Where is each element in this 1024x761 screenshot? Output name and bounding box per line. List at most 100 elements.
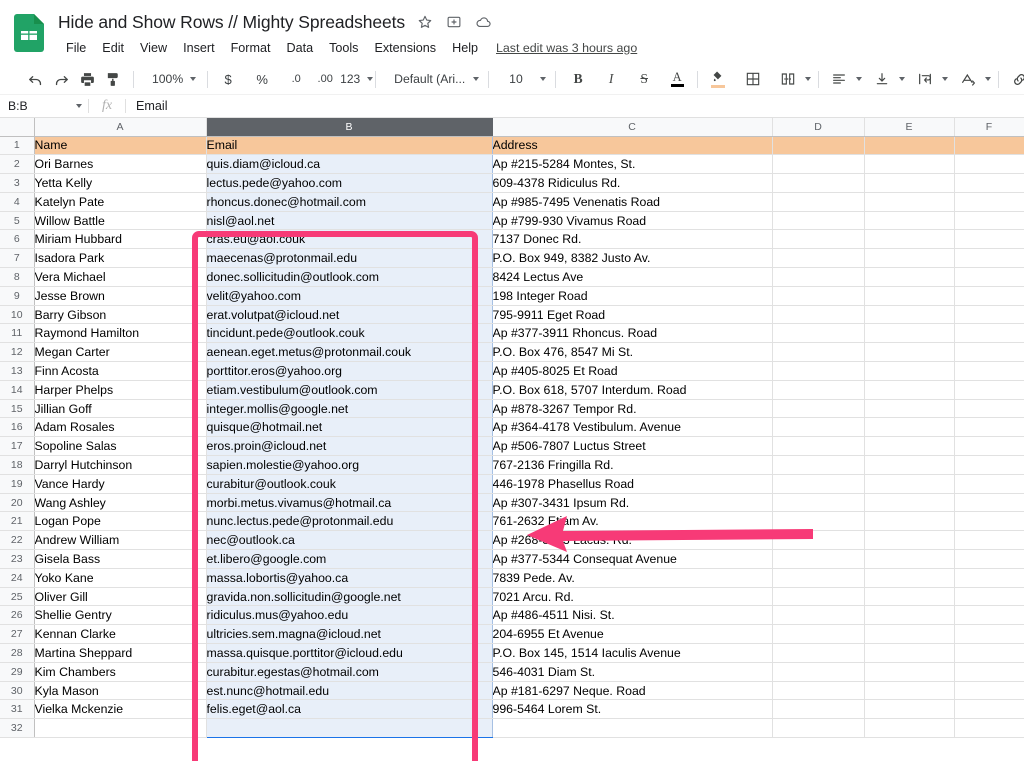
cell-C17[interactable]: Ap #506-7807 Luctus Street <box>492 436 773 457</box>
cell-C18[interactable]: 767-2136 Fringilla Rd. <box>492 455 773 475</box>
cell-C5[interactable]: Ap #799-930 Vivamus Road <box>492 211 773 231</box>
cell-B29[interactable]: curabitur.egestas@hotmail.com <box>205 662 493 682</box>
cell-F32[interactable] <box>954 718 1024 738</box>
select-all-corner[interactable] <box>0 118 35 137</box>
cell-A20[interactable]: Wang Ashley <box>34 493 207 513</box>
cell-D30[interactable] <box>772 681 865 701</box>
menu-format[interactable]: Format <box>223 39 279 57</box>
cell-C3[interactable]: 609-4378 Ridiculus Rd. <box>492 173 773 193</box>
cell-B22[interactable]: nec@outlook.ca <box>205 530 493 551</box>
cell-F7[interactable] <box>954 248 1024 269</box>
bold-button[interactable]: B <box>565 66 591 92</box>
cell-D9[interactable] <box>772 286 865 306</box>
cell-A4[interactable]: Katelyn Pate <box>34 192 207 212</box>
cell-B28[interactable]: massa.quisque.porttitor@icloud.edu <box>205 643 493 663</box>
text-color-button[interactable]: A <box>664 66 690 92</box>
cell-C1[interactable]: Address <box>492 136 773 156</box>
print-icon[interactable] <box>74 66 100 92</box>
cell-F12[interactable] <box>954 342 1024 363</box>
cell-D3[interactable] <box>772 173 865 193</box>
cell-B14[interactable]: etiam.vestibulum@outlook.com <box>205 380 493 400</box>
column-header-d[interactable]: D <box>772 118 865 137</box>
cell-D4[interactable] <box>772 192 865 212</box>
menu-view[interactable]: View <box>132 39 175 57</box>
cell-C13[interactable]: Ap #405-8025 Et Road <box>492 361 773 381</box>
cell-B7[interactable]: maecenas@protonmail.edu <box>205 248 493 269</box>
name-box[interactable]: B:B <box>0 99 88 113</box>
row-header-30[interactable]: 30 <box>0 681 35 701</box>
cell-D13[interactable] <box>772 361 865 381</box>
row-header-32[interactable]: 32 <box>0 718 35 738</box>
cell-F6[interactable] <box>954 229 1024 250</box>
cell-B3[interactable]: lectus.pede@yahoo.com <box>205 173 493 193</box>
cell-C7[interactable]: P.O. Box 949, 8382 Justo Av. <box>492 248 773 269</box>
menu-help[interactable]: Help <box>444 39 486 57</box>
cell-D25[interactable] <box>772 587 865 607</box>
cell-E11[interactable] <box>864 323 955 344</box>
cell-B31[interactable]: felis.eget@aol.ca <box>205 699 493 720</box>
cell-A18[interactable]: Darryl Hutchinson <box>34 455 207 475</box>
row-header-12[interactable]: 12 <box>0 342 35 363</box>
cell-A7[interactable]: Isadora Park <box>34 248 207 269</box>
cell-E3[interactable] <box>864 173 955 193</box>
cell-A25[interactable]: Oliver Gill <box>34 587 207 607</box>
cell-F28[interactable] <box>954 643 1024 663</box>
cell-C16[interactable]: Ap #364-4178 Vestibulum. Avenue <box>492 417 773 438</box>
cell-E23[interactable] <box>864 549 955 569</box>
fill-color-icon[interactable] <box>705 66 731 92</box>
cell-F18[interactable] <box>954 455 1024 475</box>
cell-B6[interactable]: cras.eu@aol.couk <box>205 229 493 250</box>
cell-E8[interactable] <box>864 267 955 287</box>
cell-E15[interactable] <box>864 399 955 419</box>
cell-F26[interactable] <box>954 605 1024 626</box>
cell-A11[interactable]: Raymond Hamilton <box>34 323 207 344</box>
cell-D12[interactable] <box>772 342 865 363</box>
valign-dropdown[interactable] <box>895 66 906 92</box>
cell-D8[interactable] <box>772 267 865 287</box>
row-header-13[interactable]: 13 <box>0 361 35 381</box>
formula-input[interactable]: Email <box>126 99 1024 113</box>
cell-C21[interactable]: 761-2632 Etiam Av. <box>492 511 773 532</box>
cell-D29[interactable] <box>772 662 865 682</box>
merge-dropdown[interactable] <box>801 66 812 92</box>
cell-C2[interactable]: Ap #215-5284 Montes, St. <box>492 154 773 175</box>
row-header-23[interactable]: 23 <box>0 549 35 569</box>
cell-F5[interactable] <box>954 211 1024 231</box>
cell-B16[interactable]: quisque@hotmail.net <box>205 417 493 438</box>
cell-C19[interactable]: 446-1978 Phasellus Road <box>492 474 773 494</box>
cell-B9[interactable]: velit@yahoo.com <box>205 286 493 306</box>
cell-E2[interactable] <box>864 154 955 175</box>
cell-A22[interactable]: Andrew William <box>34 530 207 551</box>
cell-A17[interactable]: Sopoline Salas <box>34 436 207 457</box>
cell-B13[interactable]: porttitor.eros@yahoo.org <box>205 361 493 381</box>
document-title[interactable]: Hide and Show Rows // Mighty Spreadsheet… <box>58 12 405 33</box>
cell-A3[interactable]: Yetta Kelly <box>34 173 207 193</box>
cell-C8[interactable]: 8424 Lectus Ave <box>492 267 773 287</box>
cell-D20[interactable] <box>772 493 865 513</box>
row-header-6[interactable]: 6 <box>0 229 35 250</box>
star-icon[interactable] <box>416 13 434 31</box>
cell-F17[interactable] <box>954 436 1024 457</box>
cell-A14[interactable]: Harper Phelps <box>34 380 207 400</box>
cell-C4[interactable]: Ap #985-7495 Venenatis Road <box>492 192 773 212</box>
row-header-29[interactable]: 29 <box>0 662 35 682</box>
cell-A24[interactable]: Yoko Kane <box>34 568 207 588</box>
cell-D24[interactable] <box>772 568 865 588</box>
cell-C15[interactable]: Ap #878-3267 Tempor Rd. <box>492 399 773 419</box>
cell-C6[interactable]: 7137 Donec Rd. <box>492 229 773 250</box>
row-header-17[interactable]: 17 <box>0 436 35 457</box>
cell-A23[interactable]: Gisela Bass <box>34 549 207 569</box>
cell-A19[interactable]: Vance Hardy <box>34 474 207 494</box>
cell-B8[interactable]: donec.sollicitudin@outlook.com <box>205 267 493 287</box>
cell-D16[interactable] <box>772 417 865 438</box>
cell-F11[interactable] <box>954 323 1024 344</box>
cell-F13[interactable] <box>954 361 1024 381</box>
cell-C14[interactable]: P.O. Box 618, 5707 Interdum. Road <box>492 380 773 400</box>
last-edit-label[interactable]: Last edit was 3 hours ago <box>496 41 637 55</box>
cell-C28[interactable]: P.O. Box 145, 1514 Iaculis Avenue <box>492 643 773 663</box>
cell-C30[interactable]: Ap #181-6297 Neque. Road <box>492 681 773 701</box>
cell-B11[interactable]: tincidunt.pede@outlook.couk <box>205 323 493 344</box>
menu-data[interactable]: Data <box>278 39 321 57</box>
menu-file[interactable]: File <box>59 39 94 57</box>
cell-D6[interactable] <box>772 229 865 250</box>
